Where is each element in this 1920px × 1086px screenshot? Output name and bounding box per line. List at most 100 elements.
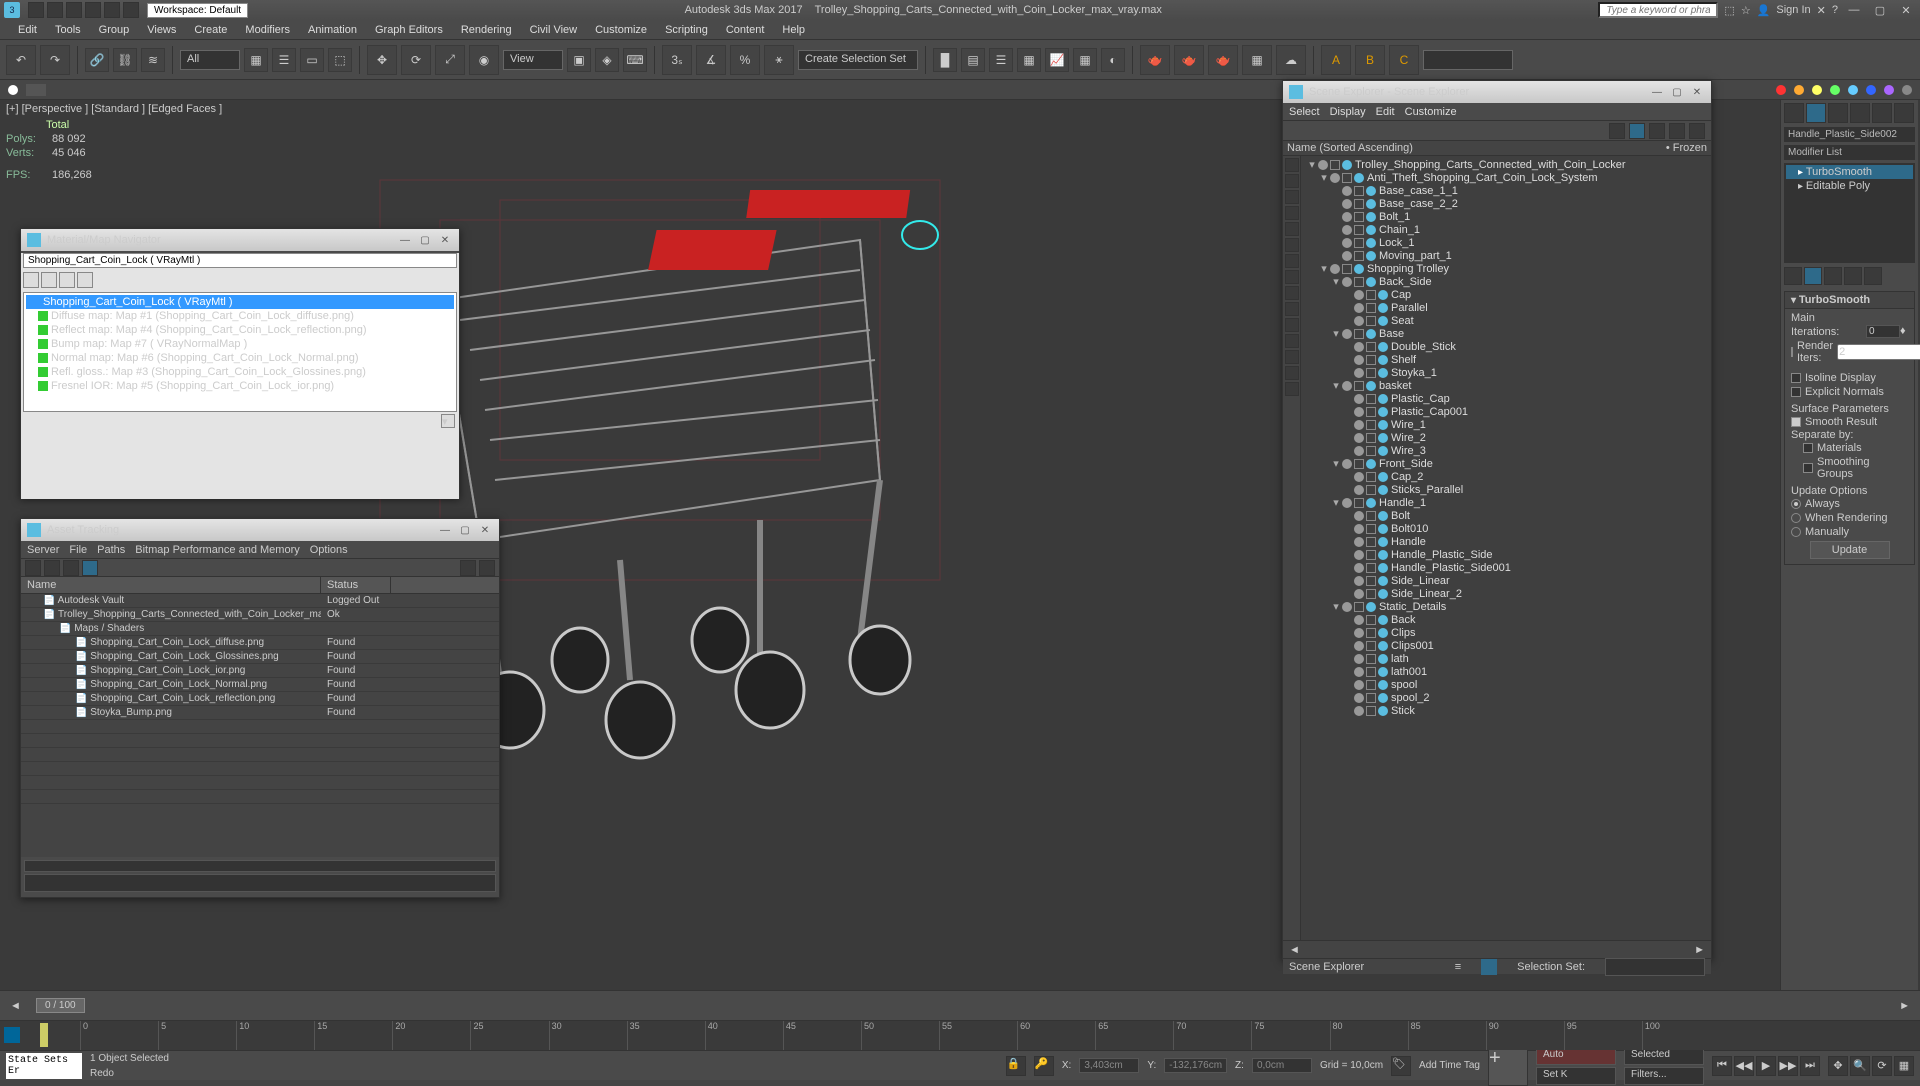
tree-row[interactable]: Shelf: [1303, 353, 1709, 366]
tree-row[interactable]: Plastic_Cap001: [1303, 405, 1709, 418]
play-button[interactable]: ▶: [1756, 1056, 1776, 1076]
help-search-input[interactable]: [1598, 2, 1718, 18]
tree-row[interactable]: Lock_1: [1303, 236, 1709, 249]
color-swatch[interactable]: [8, 85, 18, 95]
at-menu-paths[interactable]: Paths: [97, 544, 125, 556]
z-coord-field[interactable]: 0,0cm: [1252, 1058, 1312, 1073]
panel-max-button[interactable]: ▢: [457, 523, 473, 537]
tree-row[interactable]: lath001: [1303, 665, 1709, 678]
panel-max-button[interactable]: ▢: [1669, 85, 1685, 99]
render-prod-button[interactable]: 🫖: [1208, 45, 1238, 75]
panel-max-button[interactable]: ▢: [417, 233, 433, 247]
asset-row[interactable]: 📄 Shopping_Cart_Coin_Lock_Glossines.pngF…: [21, 650, 499, 664]
angle-snap-button[interactable]: ∡: [696, 45, 726, 75]
sign-in-link[interactable]: Sign In: [1776, 4, 1810, 16]
spinner-snap-button[interactable]: ⚹: [764, 45, 794, 75]
at-col-status[interactable]: Status: [321, 577, 391, 593]
tree-row[interactable]: Base_case_2_2: [1303, 197, 1709, 210]
panel-close-button[interactable]: ✕: [437, 233, 453, 247]
se-filter-icon[interactable]: [1285, 286, 1299, 300]
tree-row[interactable]: Wire_1: [1303, 418, 1709, 431]
set-key-button[interactable]: Set K: [1536, 1067, 1616, 1085]
menu-create[interactable]: Create: [186, 22, 235, 38]
tree-row[interactable]: Bolt_1: [1303, 210, 1709, 223]
show-result-button[interactable]: [1804, 267, 1822, 285]
tree-row[interactable]: ▾Front_Side: [1303, 457, 1709, 470]
y-coord-field[interactable]: -132,176cm: [1164, 1058, 1227, 1073]
exchange-icon[interactable]: ✕: [1817, 4, 1826, 17]
add-time-tag[interactable]: Add Time Tag: [1419, 1060, 1480, 1071]
se-filter-icon[interactable]: [1285, 190, 1299, 204]
menu-animation[interactable]: Animation: [300, 22, 365, 38]
unlink-button[interactable]: ⛓: [113, 48, 137, 72]
track-bar[interactable]: 0510152025303540455055606570758085909510…: [0, 1020, 1920, 1050]
material-map-row[interactable]: Refl. gloss.: Map #3 (Shopping_Cart_Coin…: [26, 365, 454, 379]
se-filter-icon[interactable]: [1285, 222, 1299, 236]
motion-tab[interactable]: [1850, 103, 1870, 123]
qat-new-icon[interactable]: [28, 2, 44, 18]
named-selection-dropdown[interactable]: Create Selection Set: [798, 50, 918, 70]
time-marker[interactable]: [40, 1023, 48, 1047]
material-tree[interactable]: Shopping_Cart_Coin_Lock ( VRayMtl )Diffu…: [23, 292, 457, 412]
at-tool-icon[interactable]: [460, 560, 476, 576]
pin-stack-button[interactable]: [1784, 267, 1802, 285]
tree-row[interactable]: ▾Base: [1303, 327, 1709, 340]
keyboard-button[interactable]: ⌨: [623, 48, 647, 72]
at-scrollbar[interactable]: [24, 860, 496, 872]
se-tool-icon[interactable]: [1629, 123, 1645, 139]
tree-row[interactable]: ▾Static_Details: [1303, 600, 1709, 613]
panel-close-button[interactable]: ✕: [1689, 85, 1705, 99]
at-tool-icon[interactable]: [82, 560, 98, 576]
tree-row[interactable]: Stick: [1303, 704, 1709, 717]
star-icon[interactable]: ☆: [1741, 4, 1751, 17]
nav-pan-button[interactable]: ✥: [1828, 1056, 1848, 1076]
tree-row[interactable]: ▾Trolley_Shopping_Carts_Connected_with_C…: [1303, 158, 1709, 171]
explicit-check[interactable]: [1791, 387, 1801, 397]
se-tool-icon[interactable]: [1649, 123, 1665, 139]
asset-row[interactable]: 📄 Autodesk VaultLogged Out: [21, 594, 499, 608]
se-filter-icon[interactable]: [1285, 334, 1299, 348]
create-tab[interactable]: [1784, 103, 1804, 123]
render-iters-input[interactable]: [1837, 344, 1920, 360]
materials-check[interactable]: [1803, 443, 1813, 453]
material-map-row[interactable]: Normal map: Map #6 (Shopping_Cart_Coin_L…: [26, 351, 454, 365]
tree-row[interactable]: ▾Shopping Trolley: [1303, 262, 1709, 275]
menu-customize[interactable]: Customize: [587, 22, 655, 38]
modify-tab[interactable]: [1806, 103, 1826, 123]
asset-row[interactable]: 📄 Shopping_Cart_Coin_Lock_ior.pngFound: [21, 664, 499, 678]
mn-scroll-down-icon[interactable]: ▾: [441, 414, 455, 428]
se-selset-icon[interactable]: [1481, 959, 1497, 975]
tree-row[interactable]: ▾Back_Side: [1303, 275, 1709, 288]
infocenter-icon[interactable]: ⬚: [1724, 4, 1734, 17]
tree-row[interactable]: spool_2: [1303, 691, 1709, 704]
panel-min-button[interactable]: —: [437, 523, 453, 537]
object-name-field[interactable]: Handle_Plastic_Side002: [1784, 127, 1915, 142]
curve-editor-button[interactable]: 📈: [1045, 48, 1069, 72]
redo-button[interactable]: ↷: [40, 45, 70, 75]
tree-row[interactable]: Back: [1303, 613, 1709, 626]
tree-row[interactable]: Moving_part_1: [1303, 249, 1709, 262]
se-menu-edit[interactable]: Edit: [1376, 106, 1395, 118]
snap-toggle-button[interactable]: 3ₛ: [662, 45, 692, 75]
at-tool-icon[interactable]: [479, 560, 495, 576]
smooth-result-check[interactable]: [1791, 417, 1801, 427]
next-frame-button[interactable]: ▶▶: [1778, 1056, 1798, 1076]
asset-row[interactable]: 📄 Trolley_Shopping_Carts_Connected_with_…: [21, 608, 499, 622]
select-button[interactable]: ▦: [244, 48, 268, 72]
selection-filter-dropdown[interactable]: All: [180, 50, 240, 70]
tree-row[interactable]: Clips001: [1303, 639, 1709, 652]
tree-row[interactable]: Base_case_1_1: [1303, 184, 1709, 197]
key-filters-button[interactable]: Filters...: [1624, 1067, 1704, 1085]
tree-row[interactable]: Wire_3: [1303, 444, 1709, 457]
menu-tools[interactable]: Tools: [47, 22, 89, 38]
tree-row[interactable]: Double_Stick: [1303, 340, 1709, 353]
se-filter-icon[interactable]: [1285, 366, 1299, 380]
se-filter-icon[interactable]: [1285, 238, 1299, 252]
viewport-label[interactable]: [+] [Perspective ] [Standard ] [Edged Fa…: [6, 103, 222, 115]
tree-row[interactable]: Wire_2: [1303, 431, 1709, 444]
render-preset-dropdown[interactable]: [1423, 50, 1513, 70]
menu-views[interactable]: Views: [139, 22, 184, 38]
asset-row[interactable]: 📄 Shopping_Cart_Coin_Lock_reflection.png…: [21, 692, 499, 706]
tree-row[interactable]: Handle_Plastic_Side: [1303, 548, 1709, 561]
manip-button[interactable]: ◈: [595, 48, 619, 72]
